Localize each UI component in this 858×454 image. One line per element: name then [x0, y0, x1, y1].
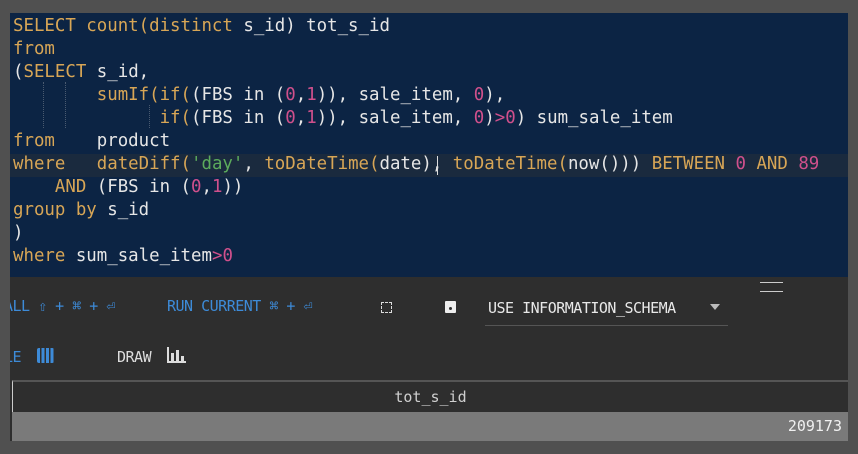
run-current-button[interactable]: RUN CURRENT ⌘ + ⏎	[167, 297, 313, 315]
code-token: ))	[222, 177, 244, 197]
code-token: count(distinct	[86, 16, 244, 36]
code-token: (FBS in (	[191, 85, 286, 105]
code-token: sum_sale_item	[75, 246, 212, 266]
text-cursor	[437, 156, 438, 175]
code-line: if((FBS in (0,1)), sale_item, 0)>0) sum_…	[13, 107, 673, 130]
table-view-tab[interactable]: LE	[10, 348, 22, 366]
code-token: 0	[735, 154, 746, 174]
code-token: toDateTime(	[452, 154, 568, 174]
code-token: 0	[473, 85, 485, 105]
code-line: SELECT count(distinct s_id) tot_s_id	[13, 15, 390, 38]
code-token: )	[13, 223, 24, 243]
code-token: 89	[798, 154, 820, 174]
code-token: >	[211, 246, 223, 266]
code-token: where	[13, 246, 76, 266]
code-line: group by s_id	[13, 199, 149, 222]
code-token: s_id	[107, 200, 150, 220]
query-toolbar: ALL ⇧ + ⌘ + ⏎ RUN CURRENT ⌘ + ⏎ USE INFO…	[10, 277, 848, 441]
code-token: ,	[295, 85, 307, 105]
table-cell: 209173	[787, 417, 842, 435]
code-token: ,	[295, 108, 307, 128]
code-token: 0	[285, 85, 296, 105]
code-line: from	[13, 38, 55, 61]
code-line: where sum_sale_item>0	[13, 245, 233, 268]
code-token: 'day'	[191, 154, 244, 174]
code-token: (	[13, 62, 24, 82]
code-token: >	[494, 108, 506, 128]
code-token: from	[13, 131, 55, 151]
draw-view-tab[interactable]: DRAW	[117, 348, 152, 366]
code-token: where	[13, 154, 66, 174]
code-line: )	[13, 222, 23, 245]
code-token: from	[13, 39, 55, 59]
code-token: s_id,	[96, 62, 150, 82]
code-token: dateDiff(	[65, 154, 191, 174]
code-token: 0	[473, 108, 485, 128]
code-token: )), sale_item,	[316, 85, 474, 105]
code-token: ),	[484, 85, 506, 105]
save-icon[interactable]	[445, 301, 456, 313]
code-token: 0	[191, 177, 202, 197]
fullscreen-icon[interactable]	[381, 302, 392, 313]
code-token: group by	[13, 200, 108, 220]
code-token: 0	[505, 108, 516, 128]
table-row[interactable]: 209173	[12, 412, 848, 441]
code-token: )	[484, 108, 495, 128]
bar-chart-icon[interactable]	[167, 347, 186, 363]
chevron-down-icon	[710, 304, 720, 310]
code-token: sumIf(if(	[13, 85, 191, 105]
code-line: (SELECT s_id,	[13, 61, 149, 84]
database-select-value: USE INFORMATION_SCHEMA	[488, 299, 676, 317]
table-grid-icon[interactable]	[37, 348, 54, 363]
code-token: AND	[13, 177, 97, 197]
query-panel: SELECT count(distinct s_id) tot_s_id from…	[10, 13, 848, 441]
code-line: sumIf(if((FBS in (0,1)), sale_item, 0),	[13, 84, 505, 107]
code-token: s_id) tot_s_id	[243, 16, 390, 36]
results-table: tot_s_id 209173	[12, 380, 848, 441]
menu-icon[interactable]	[760, 282, 783, 292]
sql-editor[interactable]: SELECT count(distinct s_id) tot_s_id from…	[10, 13, 848, 277]
column-header-tot-s-id[interactable]: tot_s_id	[12, 380, 848, 412]
code-token: ,	[201, 177, 212, 197]
code-token: (FBS in (	[191, 108, 286, 128]
code-token: (FBS in (	[96, 177, 191, 197]
code-token: 0	[222, 246, 233, 266]
code-line: from product	[13, 130, 170, 153]
code-token: 0	[285, 108, 296, 128]
database-select[interactable]: USE INFORMATION_SCHEMA	[485, 290, 728, 326]
code-token: BETWEEN	[651, 154, 736, 174]
code-line: AND (FBS in (0,1))	[13, 176, 244, 199]
code-token: if(	[13, 108, 191, 128]
code-token: now()))	[567, 154, 652, 174]
code-token: SELECT	[13, 16, 87, 36]
code-token: date),	[379, 154, 453, 174]
code-token: 1	[306, 108, 317, 128]
code-token: ,	[243, 154, 265, 174]
code-token: toDateTime(	[264, 154, 380, 174]
code-line: where dateDiff('day', toDateTime(date), …	[13, 153, 819, 176]
code-token: )), sale_item,	[316, 108, 474, 128]
code-token: AND	[745, 154, 799, 174]
run-all-button[interactable]: ALL ⇧ + ⌘ + ⏎	[10, 297, 115, 315]
code-token: 1	[306, 85, 317, 105]
code-token: ) sum_sale_item	[515, 108, 673, 128]
code-token: product	[54, 131, 171, 151]
code-token: SELECT	[23, 62, 97, 82]
code-token: 1	[211, 177, 223, 197]
